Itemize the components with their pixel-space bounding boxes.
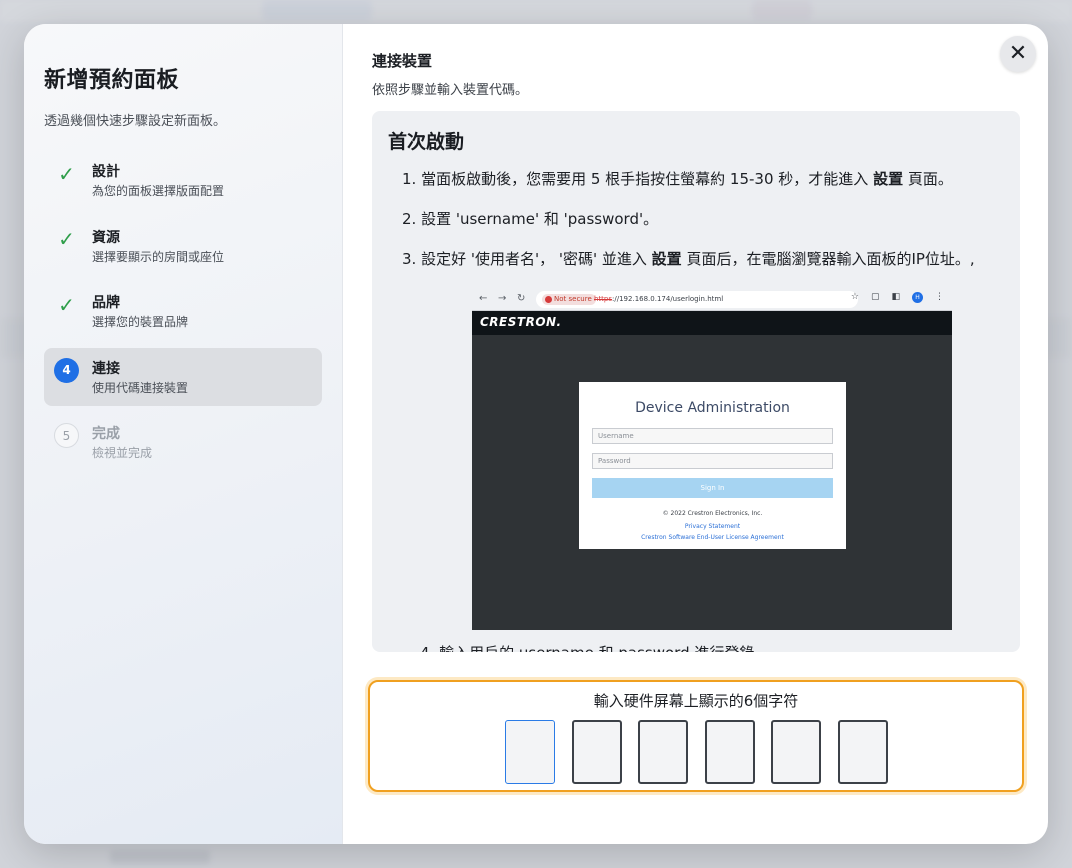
username-field: Username xyxy=(592,428,833,444)
not-secure-badge: Not secure xyxy=(542,294,596,305)
step-label: 設計 xyxy=(92,164,120,180)
menu-dots-icon: ⋮ xyxy=(935,292,944,302)
step-design[interactable]: ✓ 設計 為您的面板選擇版面配置 xyxy=(44,151,322,209)
browser-toolbar: ← → ↻ Not secure https://192.168.0.174/u… xyxy=(472,288,952,311)
close-button[interactable]: ✕ xyxy=(1000,36,1036,72)
close-icon: ✕ xyxy=(1008,41,1028,66)
code-cell-6[interactable] xyxy=(837,720,888,784)
star-icon: ☆ xyxy=(850,292,859,302)
step-brand[interactable]: ✓ 品牌 選擇您的裝置品牌 xyxy=(44,282,322,340)
instructions-heading: 首次啟動 xyxy=(388,131,465,153)
reload-icon: ↻ xyxy=(517,293,526,304)
crestron-logo: CRESTRON. xyxy=(480,315,562,329)
back-arrow-icon: ← xyxy=(479,293,488,304)
step-connect[interactable]: 4 連接 使用代碼連接裝置 xyxy=(44,347,322,406)
step-number-badge: 4 xyxy=(54,357,79,383)
step-number-badge: 5 xyxy=(54,423,79,449)
add-panel-modal: 新增預約面板 透過幾個快速步驟設定新面板。 ✓ 設計 為您的面板選擇版面配置 ✓… xyxy=(24,24,1048,844)
login-page-screenshot: ← → ↻ Not secure https://192.168.0.174/u… xyxy=(472,288,952,630)
address-bar: Not secure https://192.168.0.174/userlog… xyxy=(536,291,858,308)
modal-subtitle: 透過幾個快速步驟設定新面板。 xyxy=(44,114,227,129)
step-desc: 選擇要顯示的房間或座位 xyxy=(92,249,225,264)
wizard-main: ✕ 連接裝置 依照步驟並輸入裝置代碼。 首次啟動 1. 當面板啟動後，您需要用 … xyxy=(344,24,1048,844)
code-cell-2[interactable] xyxy=(571,720,622,784)
copyright-text: © 2022 Crestron Electronics, Inc. xyxy=(662,510,763,517)
extension-icon: ▢ xyxy=(870,292,880,302)
step-label: 品牌 xyxy=(92,295,120,312)
wizard-sidebar: 新增預約面板 透過幾個快速步驟設定新面板。 ✓ 設計 為您的面板選擇版面配置 ✓… xyxy=(24,24,343,844)
instruction-item: 3. 設定好 '使用者名'， '密碼' 並進入 設置 頁面后，在電腦瀏覽器輸入面… xyxy=(402,250,975,268)
step-label: 資源 xyxy=(92,229,120,246)
check-icon: ✓ xyxy=(58,161,75,186)
section-title: 連接裝置 xyxy=(372,52,433,70)
forward-arrow-icon: → xyxy=(498,293,507,304)
step-label: 完成 xyxy=(92,426,120,443)
wizard-steps: ✓ 設計 為您的面板選擇版面配置 ✓ 資源 選擇要顯示的房間或座位 ✓ 品牌 選… xyxy=(44,151,322,471)
privacy-link: Privacy Statement xyxy=(684,523,741,530)
instruction-item-cut: 4. 輸入用戶的 username 和 password 進行登錄 xyxy=(420,643,754,652)
step-desc: 選擇您的裝置品牌 xyxy=(92,315,189,330)
code-cell-1[interactable] xyxy=(505,720,555,784)
step-label: 連接 xyxy=(92,360,120,377)
code-cell-5[interactable] xyxy=(771,720,821,784)
code-cell-3[interactable] xyxy=(638,720,688,784)
step-desc: 使用代碼連接裝置 xyxy=(92,380,189,395)
code-cell-4[interactable] xyxy=(704,720,755,784)
password-field: Password xyxy=(592,453,833,469)
code-entry-label: 輸入硬件屏幕上顯示的6個字符 xyxy=(593,692,799,710)
login-card: Device Administration Username Password … xyxy=(579,382,846,549)
instruction-item: 1. 當面板啟動後，您需要用 5 根手指按住螢幕約 15-30 秒，才能進入 設… xyxy=(402,170,953,188)
step-desc: 檢視並完成 xyxy=(92,446,153,461)
brand-bar: CRESTRON. xyxy=(472,311,952,335)
browser-actions: ☆ ▢ ◧ H ⋮ xyxy=(851,292,944,303)
check-icon: ✓ xyxy=(58,292,75,317)
step-finish: 5 完成 檢視並完成 xyxy=(44,413,322,471)
check-icon: ✓ xyxy=(58,227,75,252)
step-resources[interactable]: ✓ 資源 選擇要顯示的房間或座位 xyxy=(44,217,322,275)
modal-title: 新增預約面板 xyxy=(44,68,180,93)
device-code-entry: 輸入硬件屏幕上顯示的6個字符 xyxy=(368,680,1024,792)
section-subtitle: 依照步驟並輸入裝置代碼。 xyxy=(372,83,529,98)
instructions-panel[interactable]: 首次啟動 1. 當面板啟動後，您需要用 5 根手指按住螢幕約 15-30 秒，才… xyxy=(372,111,1020,652)
login-title: Device Administration xyxy=(635,400,790,416)
signin-button: Sign In xyxy=(592,478,833,498)
instruction-item: 2. 設置 'username' 和 'password'。 xyxy=(402,210,659,228)
code-cells xyxy=(505,720,904,784)
eula-link: Crestron Software End-User License Agree… xyxy=(641,534,784,541)
step-desc: 為您的面板選擇版面配置 xyxy=(92,184,225,198)
url-text: https://192.168.0.174/userlogin.html xyxy=(594,295,724,303)
sidepanel-icon: ◧ xyxy=(891,292,900,302)
profile-avatar: H xyxy=(912,292,923,303)
instructions-list: 1. 當面板啟動後，您需要用 5 根手指按住螢幕約 15-30 秒，才能進入 設… xyxy=(402,169,1012,289)
